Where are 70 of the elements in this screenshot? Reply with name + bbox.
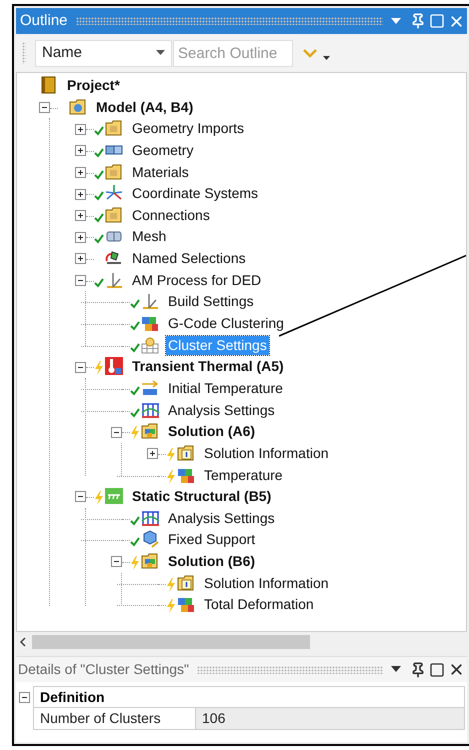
- tree-item[interactable]: Coordinate Systems: [130, 184, 260, 204]
- folder-icon: [104, 119, 124, 138]
- frame-icon: [140, 400, 160, 419]
- cubes-icon: [140, 314, 160, 332]
- expand-icon[interactable]: [75, 210, 86, 222]
- tree-item[interactable]: Analysis Settings: [166, 400, 277, 420]
- arrow-icon: [140, 378, 160, 397]
- property-value[interactable]: 106: [196, 708, 464, 729]
- axis-icon: [104, 270, 124, 289]
- collapse-icon[interactable]: [75, 362, 86, 373]
- details-title: Details of "Cluster Settings": [18, 660, 190, 679]
- folder-icon: [176, 444, 196, 462]
- expand-icon[interactable]: [147, 448, 158, 460]
- tree-item[interactable]: Geometry: [130, 140, 196, 160]
- collapse-icon[interactable]: [75, 275, 86, 286]
- folder-icon: [68, 98, 88, 116]
- maximize-icon[interactable]: [429, 662, 445, 678]
- tree-item[interactable]: Transient Thermal (A5): [130, 357, 286, 376]
- search-field[interactable]: Search Outline: [173, 40, 293, 66]
- tree-item[interactable]: Named Selections: [130, 249, 248, 268]
- tree-item[interactable]: Model (A4, B4): [94, 98, 196, 117]
- expand-icon[interactable]: [75, 188, 86, 200]
- folder-icon: [176, 574, 196, 592]
- filter-dropdown[interactable]: Name: [35, 40, 172, 66]
- expand-icon[interactable]: [75, 253, 86, 264]
- folder-icon: [140, 422, 160, 440]
- tree-item[interactable]: Project*: [65, 76, 122, 95]
- panel-title: Outline: [20, 10, 68, 31]
- axes-icon: [104, 184, 124, 202]
- tree-item[interactable]: Geometry Imports: [130, 119, 246, 138]
- tree-item[interactable]: Build Settings: [166, 292, 256, 312]
- tree-item[interactable]: Materials: [130, 162, 191, 182]
- tree-item[interactable]: Solution (B6): [166, 552, 258, 572]
- tree-item[interactable]: Temperature: [202, 466, 285, 485]
- folder-icon: [104, 162, 124, 181]
- scrollbar-thumb[interactable]: [32, 635, 310, 649]
- tree-item[interactable]: Mesh: [130, 227, 168, 246]
- expand-icon[interactable]: [75, 145, 86, 156]
- tree-item[interactable]: Solution (A6): [166, 422, 258, 442]
- caret-icon: [156, 50, 165, 56]
- expand-icon[interactable]: [75, 232, 86, 243]
- grid-icon: [140, 336, 160, 354]
- thermometer-icon: [104, 357, 124, 376]
- tree-item[interactable]: Fixed Support: [166, 530, 258, 550]
- dropdown-icon[interactable]: [391, 666, 401, 673]
- tree-item[interactable]: Connections: [130, 206, 212, 225]
- tree-item[interactable]: Solution Information: [202, 574, 331, 593]
- collapse-icon[interactable]: [111, 426, 122, 438]
- collapse-icon[interactable]: [19, 692, 30, 702]
- axis-icon: [140, 292, 160, 310]
- tree-item[interactable]: Analysis Settings: [166, 508, 277, 528]
- cubes-icon: [176, 595, 196, 614]
- collapse-icon[interactable]: [111, 556, 122, 568]
- tree-item[interactable]: AM Process for DED: [130, 270, 264, 290]
- expand-icon[interactable]: [75, 124, 86, 135]
- tree-item[interactable]: Total Deformation: [202, 595, 316, 614]
- collapse-icon[interactable]: [39, 102, 50, 113]
- dropdown-icon[interactable]: [323, 56, 330, 60]
- expand-icon[interactable]: [75, 166, 86, 178]
- collapse-icon[interactable]: [75, 491, 86, 502]
- tree-item[interactable]: Initial Temperature: [166, 378, 285, 398]
- pin-icon[interactable]: [410, 662, 426, 678]
- frame-icon: [140, 508, 160, 527]
- tree-item[interactable]: Static Structural (B5): [130, 487, 274, 506]
- folder-icon: [104, 206, 124, 224]
- support-icon: [104, 487, 124, 506]
- folder-icon: [140, 552, 160, 570]
- tree-item[interactable]: G-Code Clustering: [166, 314, 286, 334]
- tree-item[interactable]: Solution Information: [202, 444, 331, 463]
- group-header: Definition: [33, 686, 465, 708]
